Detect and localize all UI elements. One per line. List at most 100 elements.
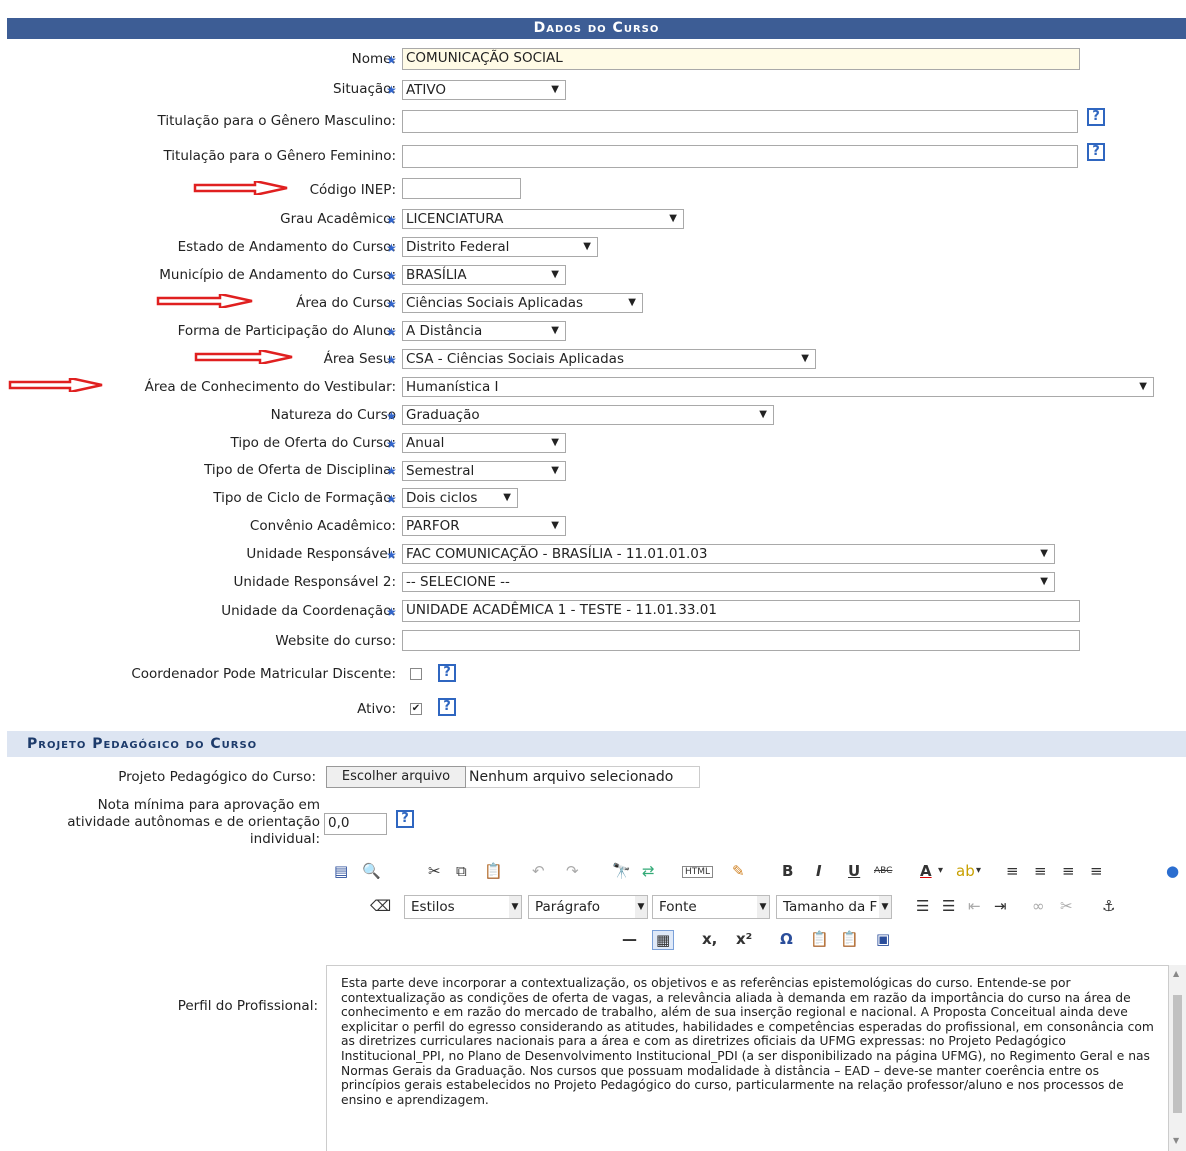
red-arrow-icon	[194, 350, 293, 364]
special-char-icon[interactable]: Ω	[780, 930, 793, 948]
indent-icon[interactable]: ⇥	[994, 897, 1007, 915]
nota-minima-input[interactable]: 0,0	[324, 813, 387, 835]
eraser-icon[interactable]: ⌫	[370, 897, 391, 915]
natureza-select[interactable]: Graduação ▼	[402, 405, 774, 425]
titulacao-masculino-input[interactable]	[402, 110, 1078, 133]
chevron-down-icon[interactable]: ▾	[976, 865, 981, 876]
estado-select[interactable]: Distrito Federal ▼	[402, 237, 598, 257]
select-all-icon[interactable]: ▣	[876, 930, 890, 948]
redo-icon[interactable]: ↷	[566, 862, 579, 880]
forma-participacao-select[interactable]: A Distância ▼	[402, 321, 566, 341]
align-center-icon[interactable]: ≡	[1034, 862, 1047, 880]
unidade-coordenacao-label: Unidade da Coordenação:	[221, 603, 396, 619]
help-icon[interactable]: ?	[1087, 143, 1105, 161]
clean-format-icon[interactable]: ✎	[732, 862, 745, 880]
municipio-label: Município de Andamento do Curso:	[159, 267, 396, 283]
codigo-inep-input[interactable]	[402, 178, 521, 199]
chevron-down-icon: ▼	[879, 896, 891, 918]
help-icon[interactable]: ?	[1087, 108, 1105, 126]
anchor-icon[interactable]: ⚓	[1102, 897, 1115, 915]
superscript-icon[interactable]: x²	[736, 930, 752, 948]
area-curso-select[interactable]: Ciências Sociais Aplicadas ▼	[402, 293, 643, 313]
help-icon[interactable]: ?	[438, 664, 456, 682]
coordenador-matricular-checkbox[interactable]	[410, 668, 422, 680]
copy-icon[interactable]: ⧉	[456, 862, 467, 880]
paste-text-icon[interactable]: 📋	[810, 930, 829, 948]
website-input[interactable]	[402, 630, 1080, 651]
font-select[interactable]: Fonte ▼	[652, 895, 770, 919]
link-icon[interactable]: ∞	[1032, 897, 1045, 915]
underline-icon[interactable]: U	[848, 862, 860, 880]
table-icon[interactable]: ▦	[652, 930, 675, 950]
font-size-select[interactable]: Tamanho da F ▼	[776, 895, 892, 919]
tipo-ciclo-select[interactable]: Dois ciclos ▼	[402, 488, 518, 508]
find-icon[interactable]: 🔭	[612, 862, 631, 880]
cut-icon[interactable]: ✂	[428, 862, 441, 880]
coordenador-matricular-label: Coordenador Pode Matricular Discente:	[131, 666, 396, 682]
required-star-icon: ★	[386, 605, 397, 619]
grau-academico-select[interactable]: LICENCIATURA ▼	[402, 209, 684, 229]
nome-input[interactable]: COMUNICAÇÃO SOCIAL	[402, 48, 1080, 70]
bold-icon[interactable]: B	[782, 862, 793, 880]
strikethrough-icon[interactable]: ABC	[874, 866, 892, 876]
area-sesu-select[interactable]: CSA - Ciências Sociais Aplicadas ▼	[402, 349, 816, 369]
dropdown-arrow-icon: ▼	[759, 409, 767, 420]
perfil-profissional-editor[interactable]: Esta parte deve incorporar a contextuali…	[326, 965, 1169, 1151]
convenio-select[interactable]: PARFOR ▼	[402, 516, 566, 536]
align-left-icon[interactable]: ≡	[1006, 862, 1019, 880]
outdent-icon[interactable]: ⇤	[968, 897, 981, 915]
ativo-checkbox[interactable]: ✔	[410, 703, 422, 715]
unidade-responsavel-label: Unidade Responsável:	[246, 546, 396, 562]
required-star-icon: ★	[386, 492, 397, 506]
editor-toolbar-row-3: — ▦ x, x² Ω 📋 📋 ▣	[326, 930, 1186, 958]
unidade-responsavel-2-select[interactable]: -- SELECIONE -- ▼	[402, 572, 1055, 592]
italic-icon[interactable]: I	[816, 862, 822, 880]
choose-file-button[interactable]: Escolher arquivo	[326, 766, 466, 788]
red-arrow-icon	[193, 181, 288, 195]
scroll-up-icon[interactable]: ▲	[1173, 969, 1179, 978]
tipo-oferta-curso-select[interactable]: Anual ▼	[402, 433, 566, 453]
paste-word-icon[interactable]: 📋	[840, 930, 859, 948]
titulacao-feminino-input[interactable]	[402, 145, 1078, 168]
required-star-icon: ★	[386, 464, 397, 478]
align-right-icon[interactable]: ≡	[1062, 862, 1075, 880]
styles-select[interactable]: Estilos ▼	[404, 895, 522, 919]
required-star-icon: ★	[386, 53, 397, 67]
chevron-down-icon[interactable]: ▾	[938, 865, 943, 876]
numbered-list-icon[interactable]: ☰	[942, 897, 955, 915]
nota-label-line1: Nota mínima para aprovação em	[97, 797, 320, 813]
dropdown-arrow-icon: ▼	[628, 297, 636, 308]
situacao-select[interactable]: ATIVO ▼	[402, 80, 566, 100]
align-justify-icon[interactable]: ≡	[1090, 862, 1103, 880]
area-vestibular-select[interactable]: Humanística I ▼	[402, 377, 1154, 397]
preview-icon[interactable]: 🔍	[362, 862, 381, 880]
unlink-icon[interactable]: ✂	[1060, 897, 1073, 915]
unidade-responsavel-select[interactable]: FAC COMUNICAÇÃO - BRASÍLIA - 11.01.01.03…	[402, 544, 1055, 564]
municipio-select[interactable]: BRASÍLIA ▼	[402, 265, 566, 285]
file-status: Nenhum arquivo selecionado	[466, 766, 700, 788]
source-icon[interactable]: ▤	[334, 862, 348, 880]
about-icon[interactable]: ●	[1166, 862, 1179, 880]
unidade-coordenacao-input[interactable]: UNIDADE ACADÊMICA 1 - TESTE - 11.01.33.0…	[402, 600, 1080, 622]
highlight-color-icon[interactable]: ab	[956, 862, 975, 880]
bullet-list-icon[interactable]: ☰	[916, 897, 929, 915]
paste-icon[interactable]: 📋	[484, 862, 503, 880]
subscript-icon[interactable]: x,	[702, 930, 717, 948]
help-icon[interactable]: ?	[438, 698, 456, 716]
html-icon[interactable]: HTML	[682, 866, 714, 878]
scroll-thumb[interactable]	[1173, 995, 1182, 1113]
replace-icon[interactable]: ⇄	[642, 862, 655, 880]
convenio-label: Convênio Acadêmico:	[249, 518, 396, 534]
projeto-file-label: Projeto Pedagógico do Curso:	[118, 769, 316, 785]
font-color-icon[interactable]: A	[920, 862, 932, 880]
undo-icon[interactable]: ↶	[532, 862, 545, 880]
dropdown-arrow-icon: ▼	[801, 353, 809, 364]
horizontal-rule-icon[interactable]: —	[622, 930, 637, 948]
paragraph-select[interactable]: Parágrafo ▼	[528, 895, 648, 919]
editor-toolbar-row-1: ▤ 🔍 ✂ ⧉ 📋 ↶ ↷ 🔭 ⇄ HTML ✎ B I U ABC A ▾ a…	[326, 862, 1186, 890]
help-icon[interactable]: ?	[396, 810, 414, 828]
chevron-down-icon: ▼	[509, 896, 521, 918]
tipo-oferta-disciplina-select[interactable]: Semestral ▼	[402, 461, 566, 481]
scroll-down-icon[interactable]: ▼	[1173, 1136, 1179, 1145]
editor-scrollbar[interactable]: ▲ ▼	[1169, 965, 1186, 1151]
